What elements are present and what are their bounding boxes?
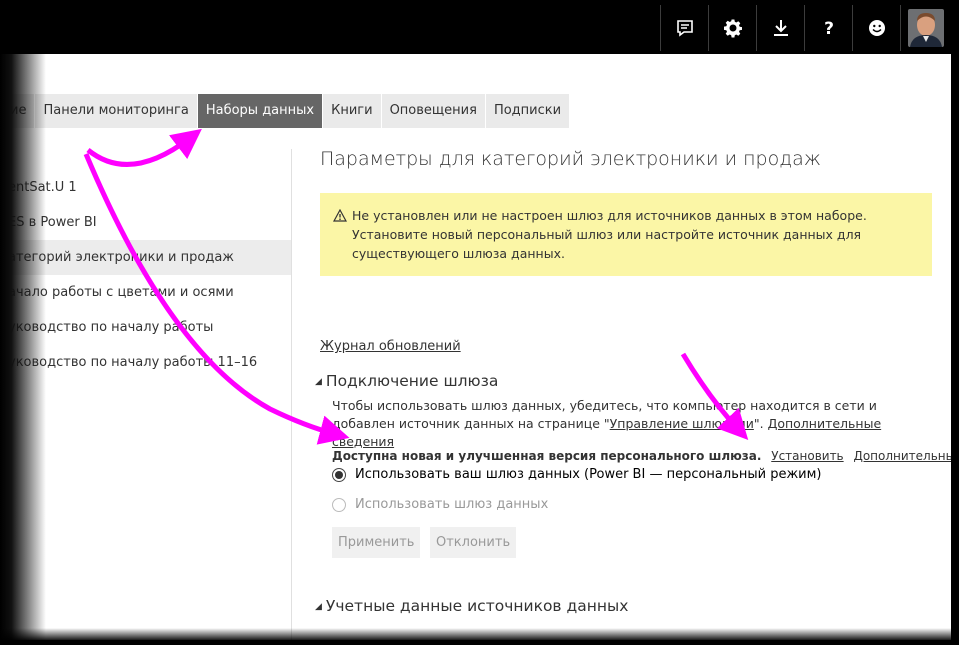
nav-tabs: ие Панели мониторинга Наборы данных Книг… [0,94,571,128]
top-bar: ? [0,0,959,54]
apply-button[interactable]: Применить [332,527,421,558]
discard-button[interactable]: Отклонить [430,527,517,558]
help-icon[interactable]: ? [804,5,852,51]
radio-button[interactable] [332,497,346,512]
warning-line-1: Не установлен или не настроен шлюз для и… [352,208,867,223]
dataset-item[interactable]: entSat.U 1 [0,170,291,205]
dataset-item[interactable]: ачало работы с цветами и осями [0,275,291,310]
radio-button-selected[interactable] [332,467,346,482]
warning-banner: Не установлен или не настроен шлюз для и… [320,193,932,276]
dataset-item[interactable]: ES в Power BI [0,205,291,240]
dataset-item-selected[interactable]: атегорий электроники и продаж [0,240,291,275]
gateway-section-heading[interactable]: ◢ Подключение шлюза [315,372,498,390]
credentials-heading-text: Учетные данные источников данных [325,597,629,615]
dataset-list: entSat.U 1 ES в Power BI атегорий электр… [0,170,291,380]
download-icon[interactable] [756,5,804,51]
annotation-arrow [86,128,202,167]
settings-gear-icon[interactable] [708,5,756,51]
page: ие Панели мониторинга Наборы данных Книг… [0,54,951,640]
tab-alerts[interactable]: Оповещения [381,94,486,128]
page-title: Параметры для категорий электроники и пр… [320,148,822,170]
radio-personal-gateway[interactable]: Использовать ваш шлюз данных (Power BI —… [332,467,822,482]
warning-icon [333,209,347,222]
gateway-desc-text-2: ". [753,416,768,431]
collapse-triangle-icon: ◢ [315,377,322,387]
install-link[interactable]: Установить [771,449,843,463]
dataset-item[interactable]: уководство по началу работы 11–16 [0,345,291,380]
tab-dashboards[interactable]: Панели мониторинга [35,94,198,128]
manage-gateways-link[interactable]: Управление шлюзами [610,416,754,431]
warning-line-2: Установите новый персональный шлюз или н… [352,227,862,261]
divider [291,149,292,640]
collapse-triangle-icon: ◢ [315,602,322,612]
new-version-more-link[interactable]: Дополнительные сведения [853,449,951,463]
new-version-notice: Доступна новая и улучшенная версия персо… [332,449,951,463]
feedback-icon[interactable] [660,5,708,51]
credentials-section-heading[interactable]: ◢ Учетные данные источников данных [315,597,628,615]
warning-text: Не установлен или не настроен шлюз для и… [352,206,912,263]
radio-personal-label: Использовать ваш шлюз данных (Power BI —… [355,467,822,482]
user-avatar[interactable] [900,5,951,51]
radio-data-label: Использовать шлюз данных [355,497,549,512]
dataset-item[interactable]: уководство по началу работы [0,310,291,345]
svg-text:?: ? [824,19,834,38]
bottom-edge-shadow [0,628,951,640]
tab-home[interactable]: ие [0,94,36,128]
refresh-history-link[interactable]: Журнал обновлений [320,339,461,354]
new-version-text: Доступна новая и улучшенная версия персо… [332,449,762,463]
tab-datasets[interactable]: Наборы данных [197,94,324,128]
gateway-description: Чтобы использовать шлюз данных, убедитес… [332,397,932,451]
tab-workbooks[interactable]: Книги [323,94,382,128]
top-icons: ? [660,5,951,51]
radio-data-gateway[interactable]: Использовать шлюз данных [332,497,548,512]
smiley-icon[interactable] [852,5,900,51]
tab-subscriptions[interactable]: Подписки [485,94,571,128]
avatar [908,9,944,47]
gateway-heading-text: Подключение шлюза [325,372,499,390]
